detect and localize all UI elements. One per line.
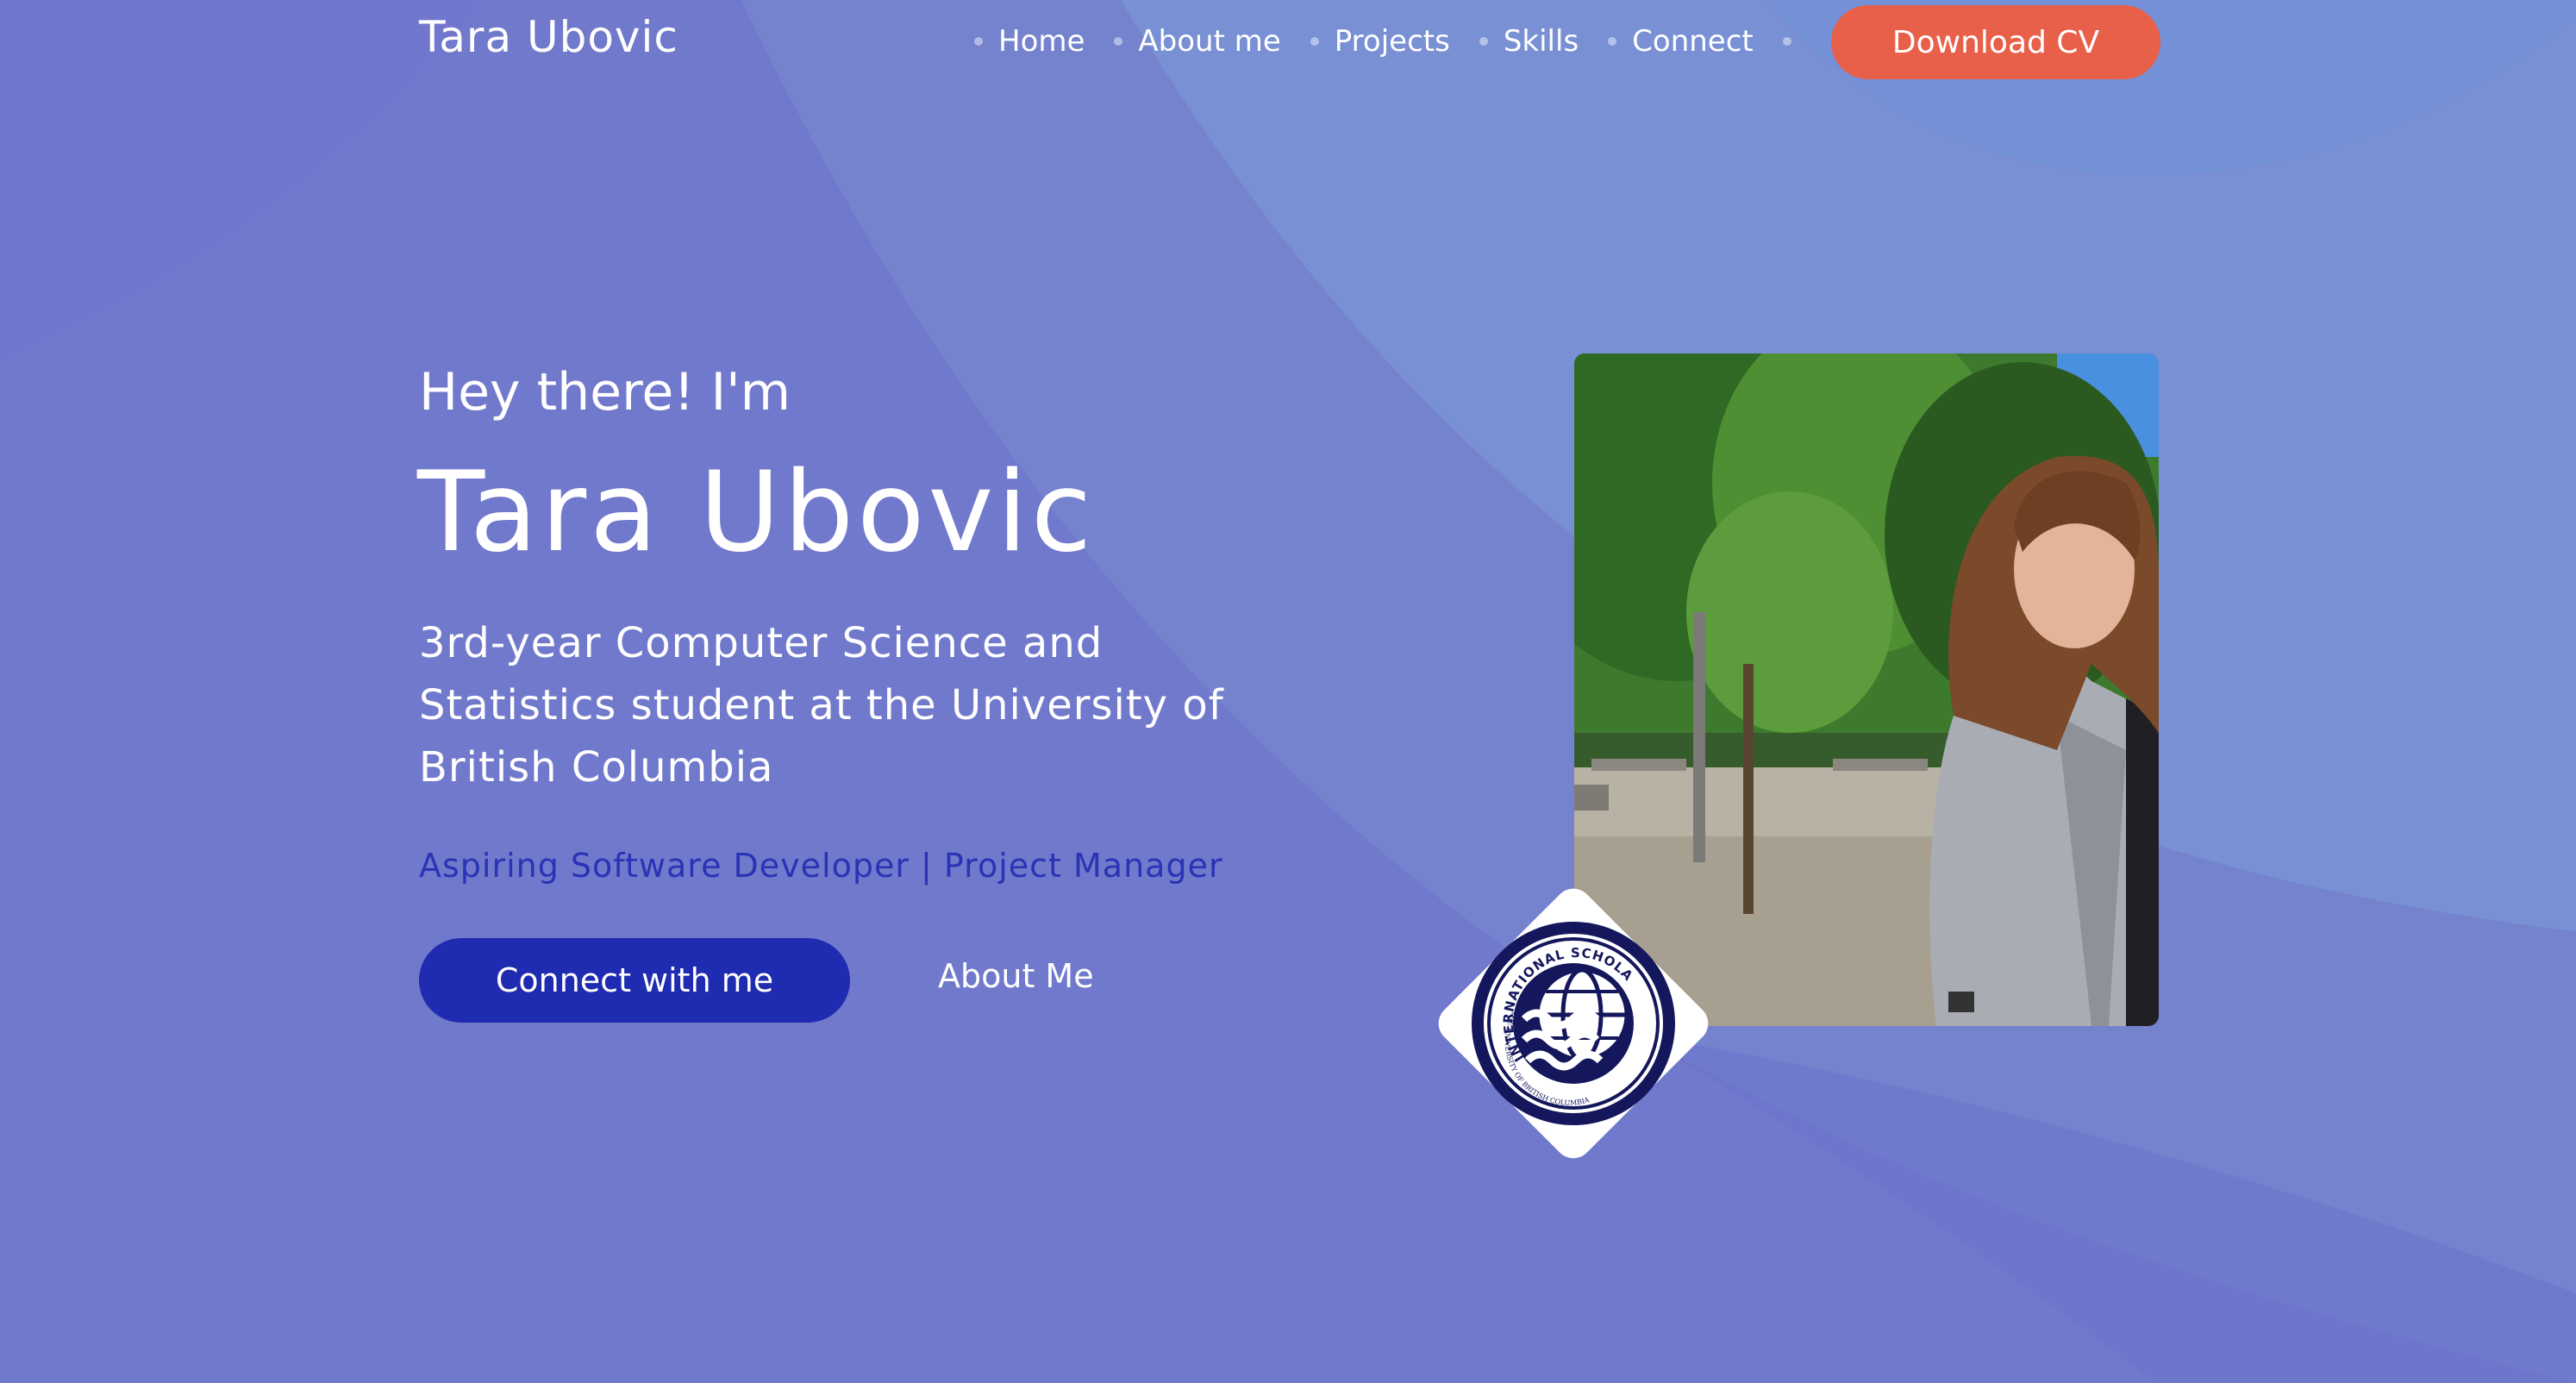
bullet-icon xyxy=(974,37,983,46)
main-nav: Home About me Projects Skills Connect xyxy=(974,0,1809,83)
nav-label: Connect xyxy=(1632,24,1754,59)
hero-name: Tara Ubovic xyxy=(417,448,1096,577)
nav-item-home[interactable]: Home xyxy=(974,24,1085,59)
nav-item-skills[interactable]: Skills xyxy=(1479,24,1579,59)
nav-label: Skills xyxy=(1503,24,1579,59)
international-scholars-seal: INTERNATIONAL SCHOLARS THE UNIVERSITY OF… xyxy=(1430,880,1716,1167)
site-brand[interactable]: Tara Ubovic xyxy=(419,12,678,62)
nav-label: Projects xyxy=(1334,24,1450,59)
hero-tagline: Aspiring Software Developer | Project Ma… xyxy=(419,847,1223,885)
nav-item-connect[interactable]: Connect xyxy=(1608,24,1754,59)
nav-item-about[interactable]: About me xyxy=(1114,24,1281,59)
hero-greeting: Hey there! I'm xyxy=(419,362,791,422)
bullet-icon xyxy=(1608,37,1617,46)
download-cv-button[interactable]: Download CV xyxy=(1831,5,2160,79)
nav-label: About me xyxy=(1138,24,1281,59)
about-me-link[interactable]: About Me xyxy=(938,957,1094,995)
bullet-icon xyxy=(1310,37,1319,46)
globe-icon: INTERNATIONAL SCHOLARS THE UNIVERSITY OF… xyxy=(1431,881,1675,1125)
page: Tara Ubovic Home About me Projects Skill… xyxy=(0,0,2576,1383)
nav-label: Home xyxy=(998,24,1085,59)
bullet-icon xyxy=(1114,37,1123,46)
connect-button[interactable]: Connect with me xyxy=(419,938,850,1023)
bullet-icon xyxy=(1782,37,1791,46)
hero-description: 3rd-year Computer Science and Statistics… xyxy=(419,619,1224,792)
nav-item-projects[interactable]: Projects xyxy=(1310,24,1450,59)
bullet-icon xyxy=(1479,37,1488,46)
